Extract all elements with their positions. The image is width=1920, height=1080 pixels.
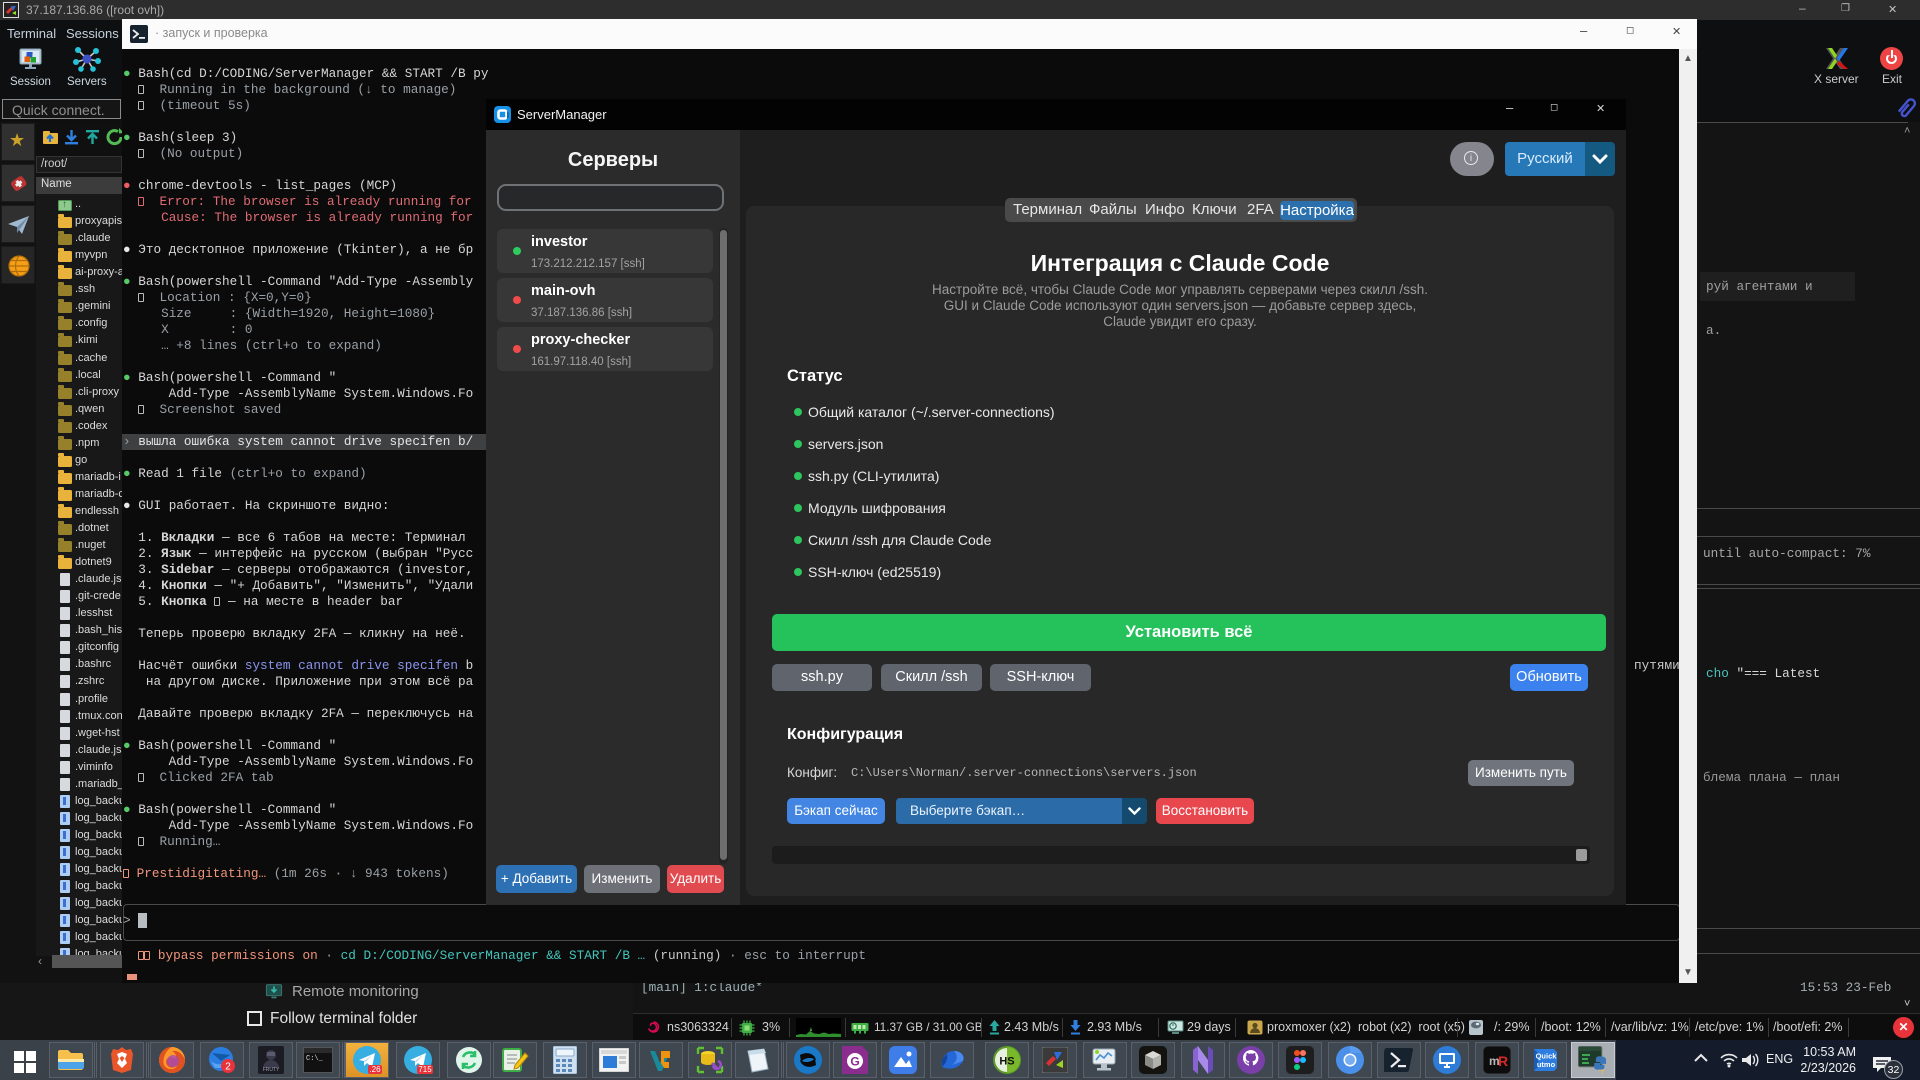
svg-text:utmo: utmo <box>1537 1060 1556 1069</box>
svg-text:FRUTY: FRUTY <box>263 1067 280 1073</box>
svg-text:715: 715 <box>418 1065 432 1074</box>
svg-text:2: 2 <box>225 1062 231 1073</box>
svg-text:C:\_: C:\_ <box>306 1055 324 1063</box>
svg-text:R: R <box>1498 1053 1508 1069</box>
svg-text:G: G <box>850 1055 859 1069</box>
svg-text:HS: HS <box>999 1056 1014 1068</box>
svg-text:.26: .26 <box>369 1065 381 1074</box>
